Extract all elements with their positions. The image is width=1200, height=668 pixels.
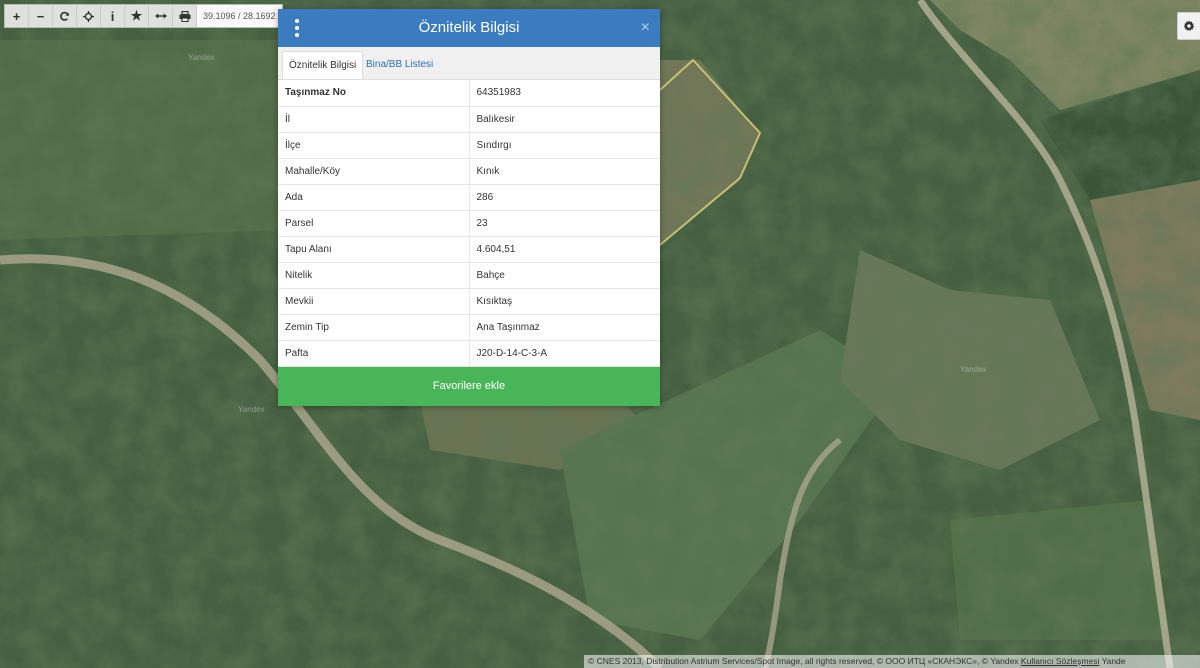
attribute-key: Mevkii — [278, 288, 470, 315]
table-row: Parsel 23 — [278, 210, 660, 237]
info-button[interactable]: i — [101, 5, 125, 27]
table-row: İl Balıkesir — [278, 106, 660, 133]
attribute-key: Tapu Alanı — [278, 236, 470, 263]
map-watermark-1: Yandex — [188, 53, 215, 62]
table-row: Tapu Alanı 4.604,51 — [278, 236, 660, 263]
map-toolbar: + − i ★ 39.1096 / 28.1692 — [4, 4, 283, 28]
zoom-in-icon: + — [12, 8, 21, 24]
print-button[interactable] — [173, 5, 197, 27]
info-icon: i — [110, 8, 115, 24]
attribute-key: Nitelik — [278, 262, 470, 289]
attribution-tail: Yande — [1101, 656, 1126, 666]
attribute-value: 286 — [469, 184, 660, 211]
attribute-key: Mahalle/Köy — [278, 158, 470, 185]
attribute-value: Balıkesir — [469, 106, 660, 133]
table-row: Mevkii Kısıktaş — [278, 288, 660, 315]
attribute-key: İlçe — [278, 132, 470, 159]
star-icon: ★ — [130, 8, 143, 23]
attribute-table: Taşınmaz No 64351983 İl Balıkesir İlçe Sındır… — [278, 80, 660, 367]
attribution-text: © CNES 2013, Distribution Astrium Servic… — [588, 656, 1019, 666]
table-row: Ada 286 — [278, 184, 660, 211]
zoom-out-button[interactable]: − — [29, 5, 53, 27]
map-attribution: © CNES 2013, Distribution Astrium Servic… — [584, 655, 1200, 668]
attribute-key: Parsel — [278, 210, 470, 237]
table-row: Taşınmaz No 64351983 — [278, 80, 660, 107]
table-row: Mahalle/Köy Kınık — [278, 158, 660, 185]
dialog-header: Öznitelik Bilgisi × — [278, 9, 660, 47]
close-button[interactable]: × — [641, 9, 650, 47]
dialog-title: Öznitelik Bilgisi — [418, 19, 520, 36]
table-row: Nitelik Bahçe — [278, 262, 660, 289]
table-row: Pafta J20-D-14-C-3-A — [278, 340, 660, 367]
print-icon — [179, 10, 190, 22]
attribute-value: Kınık — [469, 158, 660, 185]
attribute-key: Pafta — [278, 340, 470, 367]
attribute-value: Kısıktaş — [469, 288, 660, 315]
refresh-icon — [60, 11, 69, 21]
favorites-button[interactable]: ★ — [125, 5, 149, 27]
attribute-value: Bahçe — [469, 262, 660, 289]
dialog-tabs: Öznitelik Bilgisi Bina/BB Listesi — [278, 47, 660, 80]
attribute-value: 23 — [469, 210, 660, 237]
attribute-key: İl — [278, 106, 470, 133]
map-watermark-3: Yandex — [960, 365, 987, 374]
attribute-value: J20-D-14-C-3-A — [469, 340, 660, 367]
map-watermark-2: Yandex — [238, 405, 265, 414]
coordinate-readout: 39.1096 / 28.1692 — [197, 5, 282, 27]
attribute-key: Ada — [278, 184, 470, 211]
locate-button[interactable] — [77, 5, 101, 27]
zoom-out-icon: − — [36, 8, 45, 24]
locate-icon — [83, 10, 94, 22]
attribute-info-dialog: Öznitelik Bilgisi × Öznitelik Bilgisi Bi… — [278, 9, 660, 406]
tab-attribute-info[interactable]: Öznitelik Bilgisi — [282, 51, 364, 79]
gear-icon — [1183, 20, 1195, 31]
attribute-key: Zemin Tip — [278, 314, 470, 341]
measure-icon — [154, 13, 167, 19]
refresh-button[interactable] — [53, 5, 77, 27]
attribute-value: Ana Taşınmaz — [469, 314, 660, 341]
attribute-value: 64351983 — [469, 80, 660, 107]
tab-building-list[interactable]: Bina/BB Listesi — [360, 51, 439, 79]
attribute-value: Sındırgı — [469, 132, 660, 159]
table-row: İlçe Sındırgı — [278, 132, 660, 159]
measure-button[interactable] — [149, 5, 173, 27]
add-to-favorites-button[interactable]: Favorilere ekle — [278, 367, 660, 406]
attribute-key: Taşınmaz No — [278, 80, 470, 107]
settings-button[interactable] — [1177, 12, 1200, 40]
user-agreement-link[interactable]: Kullanıcı Sözleşmesi — [1021, 656, 1099, 666]
attribute-value: 4.604,51 — [469, 236, 660, 263]
table-row: Zemin Tip Ana Taşınmaz — [278, 314, 660, 341]
zoom-in-button[interactable]: + — [5, 5, 29, 27]
